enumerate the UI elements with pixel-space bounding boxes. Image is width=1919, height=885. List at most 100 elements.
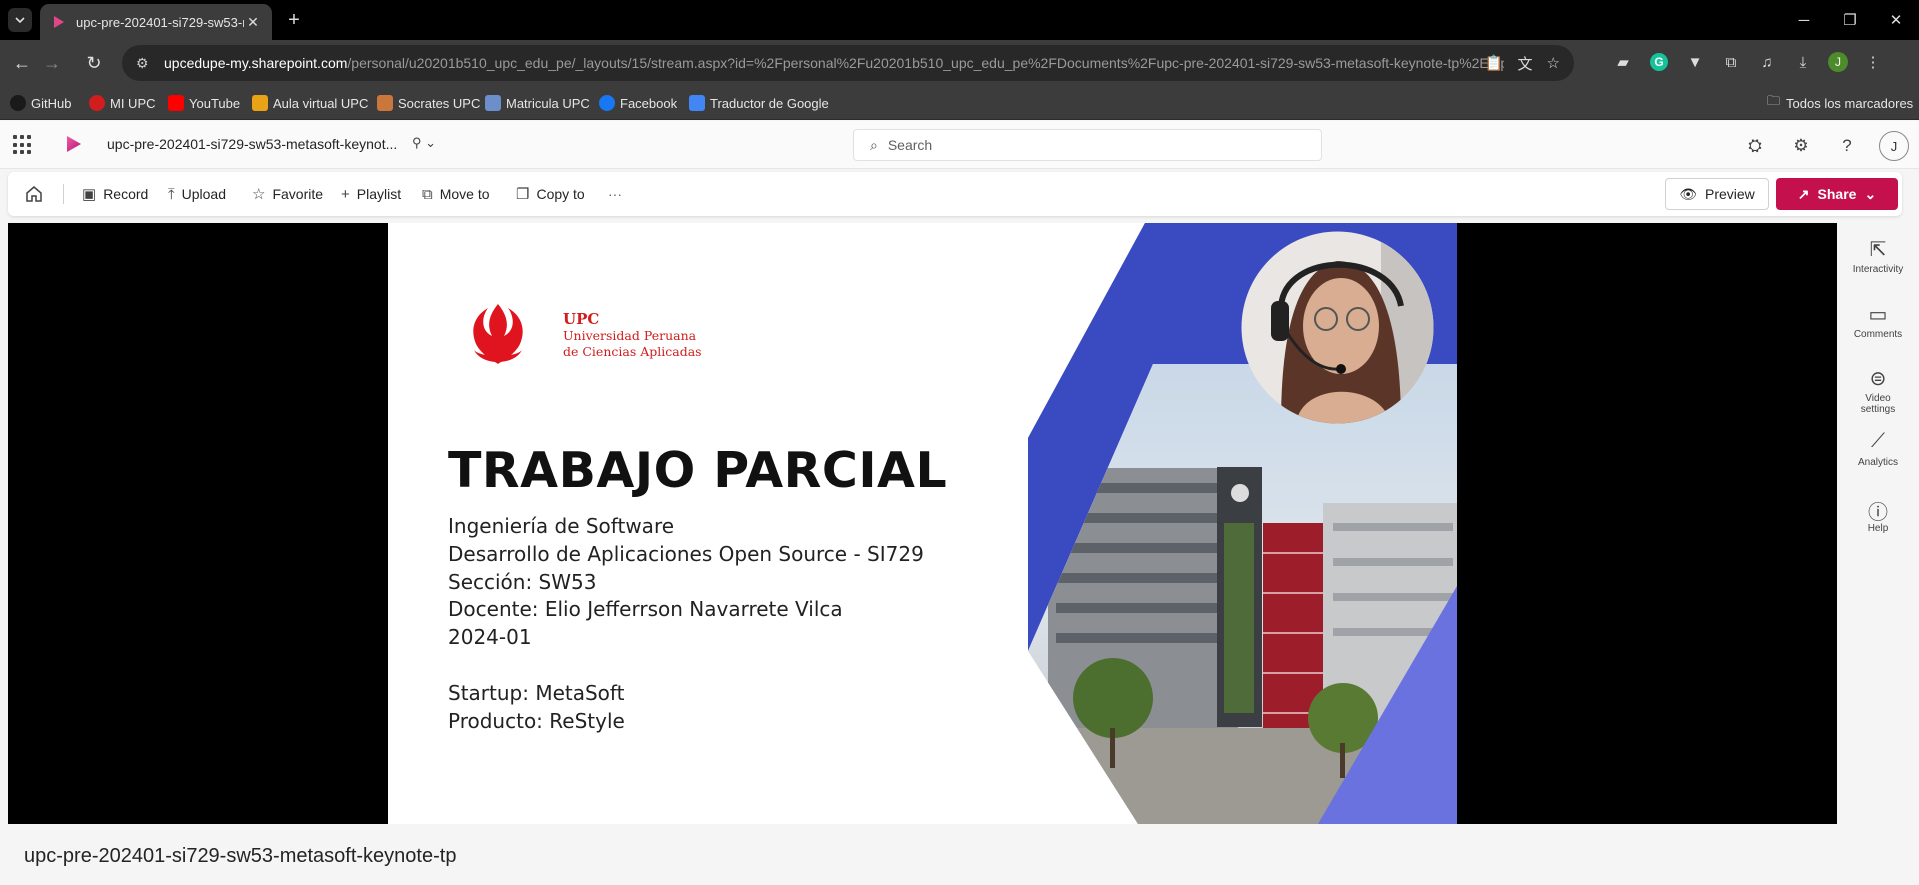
github-icon — [10, 95, 26, 111]
minimize-icon[interactable]: ─ — [1781, 0, 1827, 40]
upload-arrow-icon: ⤒ — [168, 185, 175, 203]
reload-icon[interactable]: ↻ — [82, 51, 106, 75]
clipboard-icon[interactable]: 📋 — [1485, 54, 1504, 72]
bookmark-github[interactable]: GitHub — [10, 93, 71, 113]
more-options-button[interactable]: ··· — [608, 183, 622, 205]
bookmark-star-icon[interactable]: ☆ — [1547, 54, 1560, 72]
slide-line-term: 2024-01 — [448, 625, 532, 650]
upc-name-line1: Universidad Peruana — [563, 328, 697, 343]
stream-header: upc-pre-202401-si729-sw53-metasoft-keyno… — [0, 121, 1919, 169]
side-analytics[interactable]: ⟋ Analytics — [1842, 430, 1914, 468]
address-bar[interactable]: ⚙ upcedupe-my.sharepoint.com/personal/u2… — [122, 45, 1574, 81]
header-actions: ⛭ ⚙ ? J — [1741, 131, 1909, 161]
address-bar-actions: 📋 文 ☆ — [1485, 45, 1560, 81]
close-window-icon[interactable]: ✕ — [1873, 0, 1919, 40]
bookmark-mi-upc[interactable]: MI UPC — [89, 93, 156, 113]
folder-icon: 🗀 — [1767, 93, 1781, 108]
favorite-button[interactable]: ☆ Favorite — [252, 183, 323, 205]
bookmark-aula-virtual[interactable]: Aula virtual UPC — [252, 93, 368, 113]
side-help[interactable]: ⓘ Help — [1842, 496, 1914, 534]
divider — [63, 184, 64, 204]
aula-virtual-icon — [252, 95, 268, 111]
back-arrow-icon[interactable]: ← — [10, 51, 34, 75]
forward-arrow-icon[interactable]: → — [40, 51, 64, 75]
youtube-icon — [168, 95, 184, 111]
document-title[interactable]: upc-pre-202401-si729-sw53-metasoft-keyno… — [107, 136, 397, 152]
vpn-extension-icon[interactable]: ▼ — [1684, 51, 1706, 73]
help-icon: ⓘ — [1868, 502, 1888, 524]
slide-line-course: Desarrollo de Aplicaciones Open Source -… — [448, 541, 924, 566]
video-player[interactable]: UPC Universidad Peruana de Ciencias Apli… — [8, 223, 1837, 824]
new-tab-button[interactable]: + — [282, 8, 306, 32]
close-tab-icon[interactable]: ✕ — [244, 14, 262, 31]
side-video-settings[interactable]: ⊜ Video settings — [1842, 366, 1914, 415]
copy-to-button[interactable]: ❐ Copy to — [516, 183, 585, 205]
slide-frame: UPC Universidad Peruana de Ciencias Apli… — [388, 223, 1457, 824]
upload-button[interactable]: ⤒ Upload — [168, 183, 226, 205]
profile-avatar[interactable]: J — [1828, 52, 1848, 72]
plus-icon: + — [341, 185, 350, 203]
settings-gear-icon[interactable]: ⚙ — [1787, 132, 1815, 160]
translate-icon[interactable]: 文 — [1518, 53, 1533, 74]
grammarly-icon[interactable]: G — [1648, 51, 1670, 73]
bookmark-youtube[interactable]: YouTube — [168, 93, 240, 113]
side-comments[interactable]: ▭ Comments — [1842, 302, 1914, 340]
record-button[interactable]: ▣ Record — [82, 183, 148, 205]
slide-line-teacher: Docente: Elio Jefferrson Navarrete Vilca — [448, 597, 843, 622]
chevron-down-icon — [15, 17, 25, 24]
home-icon[interactable] — [24, 183, 44, 205]
browser-tab-active[interactable]: upc-pre-202401-si729-sw53-m ✕ — [40, 4, 272, 40]
search-placeholder: Search — [887, 137, 933, 153]
media-controls-icon[interactable]: ♫ — [1756, 51, 1778, 73]
restore-icon[interactable]: ❐ — [1827, 0, 1873, 40]
eye-icon: 👁 — [1679, 185, 1697, 202]
site-info-icon[interactable]: ⚙ — [136, 55, 152, 72]
move-folder-icon: ⧉ — [422, 185, 433, 203]
puzzle-extensions-icon[interactable]: ⧉ — [1720, 51, 1742, 73]
upc-icon — [89, 95, 105, 111]
bookmark-traductor[interactable]: Traductor de Google — [689, 93, 829, 113]
matricula-icon — [485, 95, 501, 111]
search-box[interactable]: ⌕ Search — [853, 129, 1322, 161]
tab-search-button[interactable] — [8, 8, 32, 32]
stream-logo-icon[interactable] — [62, 133, 84, 155]
slide-line-startup: Startup: MetaSoft — [448, 680, 625, 705]
bookmarks-bar: GitHub MI UPC YouTube Aula virtual UPC S… — [0, 86, 1919, 120]
bookmark-facebook[interactable]: Facebook — [599, 93, 677, 113]
window-controls: ─ ❐ ✕ — [1781, 0, 1919, 40]
star-icon: ☆ — [252, 186, 266, 203]
download-icon[interactable]: ⤓ — [1792, 51, 1814, 73]
chart-icon: ⟋ — [1871, 430, 1885, 452]
menu-dots-icon[interactable]: ⋮ — [1862, 51, 1884, 73]
url-text: upcedupe-my.sharepoint.com/personal/u202… — [164, 55, 1504, 71]
chevron-down-icon: ⌄ — [1864, 185, 1877, 202]
slide-line-career: Ingeniería de Software — [448, 514, 675, 538]
move-to-button[interactable]: ⧉ Move to — [422, 183, 490, 205]
all-bookmarks[interactable]: 🗀 Todos los marcadores — [1767, 93, 1913, 113]
stream-favicon-icon — [54, 16, 64, 28]
extension-icon[interactable]: ▰ — [1612, 51, 1634, 73]
side-interactivity[interactable]: ⇱ Interactivity — [1842, 237, 1914, 275]
share-feedback-icon[interactable]: ⛭ — [1741, 132, 1769, 160]
preview-button[interactable]: 👁 Preview — [1665, 178, 1769, 210]
slide-line-product: Producto: ReStyle — [448, 708, 625, 733]
share-button[interactable]: ↗ Share ⌄ — [1776, 178, 1898, 210]
facebook-icon — [599, 95, 615, 111]
share-arrow-icon: ↗ — [1797, 185, 1810, 202]
playlist-button[interactable]: + Playlist — [341, 183, 401, 205]
slide-title: TRABAJO PARCIAL — [448, 442, 948, 499]
cursor-click-icon: ⇱ — [1869, 239, 1887, 261]
search-icon: ⌕ — [870, 136, 878, 153]
app-launcher-icon[interactable] — [13, 135, 33, 155]
sensitivity-chevron-icon[interactable]: ⚲ ⌄ — [412, 135, 436, 151]
help-question-icon[interactable]: ? — [1833, 132, 1861, 160]
upc-brand: UPC — [563, 310, 600, 328]
upc-wordmark: UPC Universidad Peruana de Ciencias Apli… — [563, 310, 702, 360]
slide-line-section: Sección: SW53 — [448, 569, 597, 594]
bookmark-socrates[interactable]: Socrates UPC — [377, 93, 480, 113]
socrates-icon — [377, 95, 393, 111]
user-avatar[interactable]: J — [1879, 131, 1909, 161]
presenter-webcam-bubble — [1241, 231, 1434, 424]
upc-logo-icon — [473, 304, 523, 364]
bookmark-matricula[interactable]: Matricula UPC — [485, 93, 590, 113]
